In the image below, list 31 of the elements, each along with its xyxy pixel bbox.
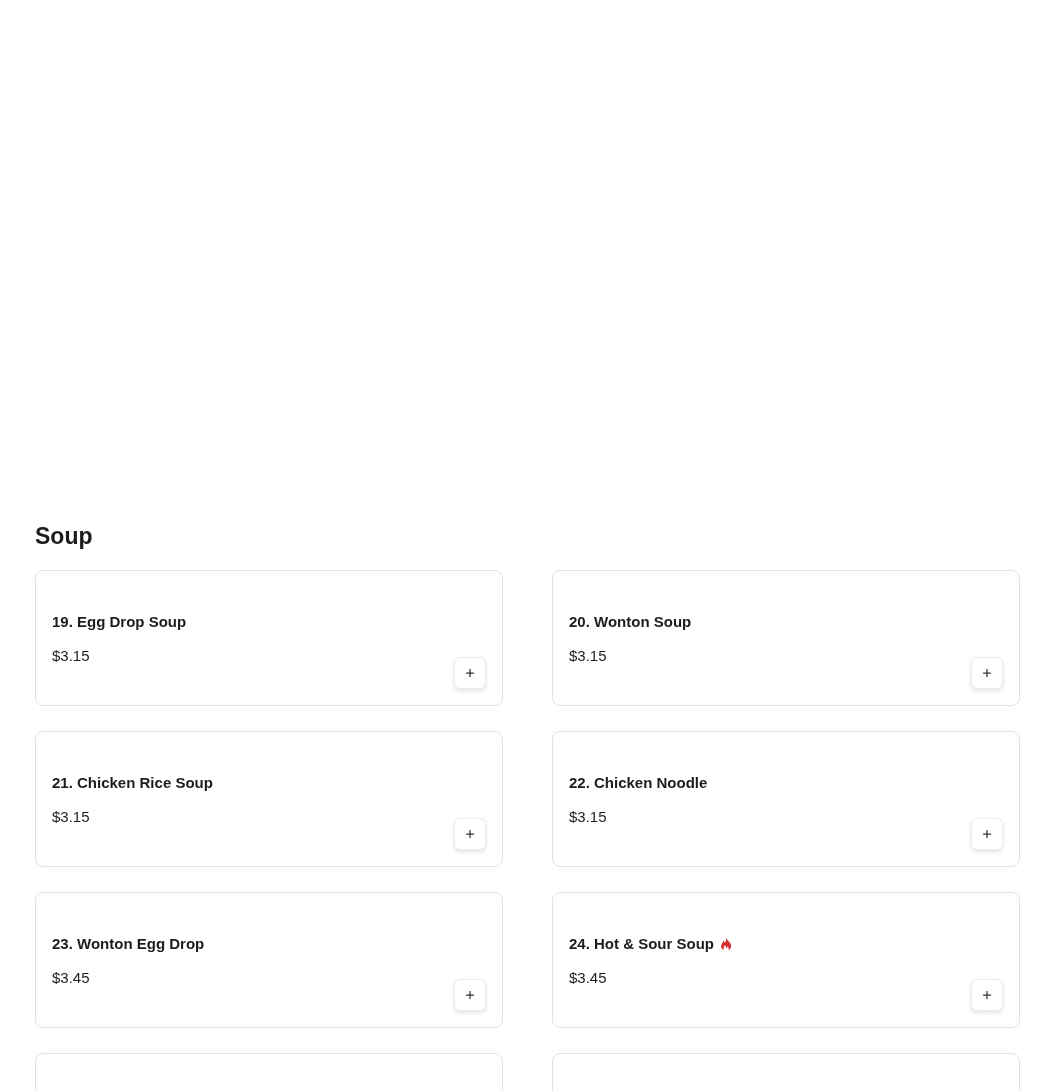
add-button[interactable] [971, 979, 1003, 1011]
menu-item-card[interactable]: 24. Hot & Sour Soup $3.45 [552, 892, 1020, 1028]
plus-icon [981, 828, 993, 840]
item-price: $3.45 [52, 968, 91, 988]
section-title: Soup [35, 522, 94, 550]
item-name: 24. Hot & Sour Soup [569, 934, 714, 954]
item-price: $3.15 [52, 807, 91, 827]
add-button[interactable] [971, 818, 1003, 850]
item-price: $3.15 [52, 646, 91, 666]
plus-icon [981, 667, 993, 679]
add-button[interactable] [454, 818, 486, 850]
add-button[interactable] [454, 657, 486, 689]
menu-item-card[interactable]: 23. Wonton Egg Drop $3.45 [35, 892, 503, 1028]
plus-icon [981, 989, 993, 1001]
item-price: $3.45 [569, 968, 608, 988]
item-name: 23. Wonton Egg Drop [52, 934, 205, 954]
menu-item-card[interactable]: 20. Wonton Soup $3.15 [552, 570, 1020, 706]
item-name: 19. Egg Drop Soup [52, 612, 187, 632]
item-name: 22. Chicken Noodle [569, 773, 708, 793]
add-button[interactable] [971, 657, 1003, 689]
item-name: 20. Wonton Soup [569, 612, 692, 632]
menu-item-card[interactable]: 22. Chicken Noodle $3.15 [552, 731, 1020, 867]
item-name: 21. Chicken Rice Soup [52, 773, 213, 793]
item-price: $3.15 [569, 807, 608, 827]
plus-icon [464, 989, 476, 1001]
plus-icon [464, 667, 476, 679]
plus-icon [464, 828, 476, 840]
menu-item-card[interactable]: 21. Chicken Rice Soup $3.15 [35, 731, 503, 867]
menu-item-card[interactable]: 19. Egg Drop Soup $3.15 [35, 570, 503, 706]
item-price: $3.15 [569, 646, 608, 666]
add-button[interactable] [454, 979, 486, 1011]
